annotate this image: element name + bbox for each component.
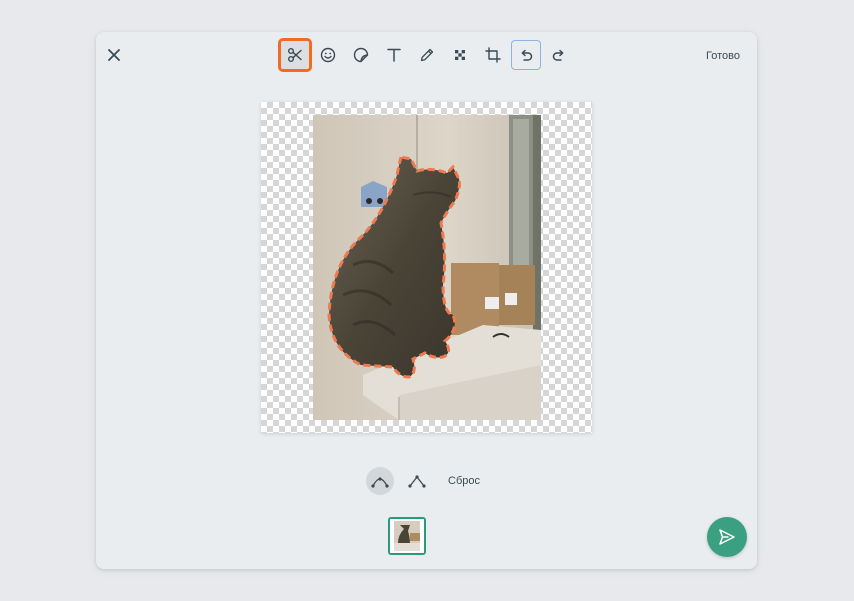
- redo-button[interactable]: [544, 40, 574, 70]
- editor-toolbar: [96, 38, 757, 72]
- curve-mode-button[interactable]: [366, 467, 394, 495]
- blur-tool-button[interactable]: [445, 40, 475, 70]
- pencil-tool-button[interactable]: [412, 40, 442, 70]
- emoji-icon: [320, 47, 336, 63]
- curve-mode-icon: [371, 477, 389, 488]
- polygon-mode-icon: [408, 475, 426, 488]
- scissors-icon: [288, 48, 302, 62]
- reset-button[interactable]: Сброс: [448, 475, 480, 487]
- image-editor-panel: Готово Сброс: [96, 32, 757, 569]
- thumbnail-image: [390, 519, 424, 553]
- sticker-icon: [353, 47, 369, 63]
- pencil-icon: [420, 48, 434, 62]
- image-canvas[interactable]: [261, 102, 592, 433]
- crop-icon: [485, 47, 501, 63]
- done-button[interactable]: Готово: [706, 50, 740, 62]
- sticker-tool-button[interactable]: [346, 40, 376, 70]
- undo-button[interactable]: [511, 40, 541, 70]
- cat-photo: [313, 115, 541, 420]
- redo-icon: [552, 49, 564, 61]
- media-thumbnail[interactable]: [388, 517, 426, 555]
- polygon-mode-button[interactable]: [403, 467, 431, 495]
- text-icon: [387, 48, 401, 62]
- emoji-tool-button[interactable]: [313, 40, 343, 70]
- blur-icon: [455, 50, 465, 60]
- scissors-tool-button[interactable]: [278, 38, 312, 72]
- send-button[interactable]: [707, 517, 747, 557]
- send-icon: [719, 529, 735, 545]
- crop-tool-button[interactable]: [478, 40, 508, 70]
- undo-icon: [521, 49, 533, 61]
- text-tool-button[interactable]: [379, 40, 409, 70]
